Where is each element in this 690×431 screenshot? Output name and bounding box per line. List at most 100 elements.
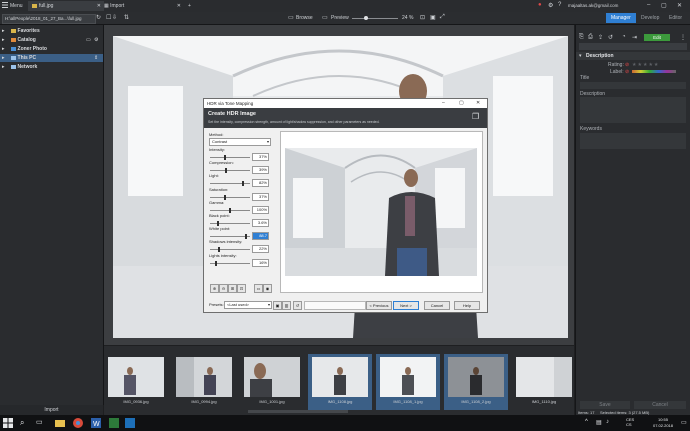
slider-track[interactable]: [210, 223, 250, 224]
thumbnail[interactable]: IMG_1108.jpg: [308, 354, 372, 410]
slider-value-field[interactable]: 82%: [252, 179, 269, 188]
more-icon[interactable]: ⋮: [680, 34, 686, 41]
tray-up-icon[interactable]: ^: [585, 419, 588, 425]
slider-value-field[interactable]: 37%: [252, 192, 269, 201]
menu-button[interactable]: Menu: [6, 1, 27, 11]
clock-time[interactable]: 10:55: [648, 417, 678, 422]
dialog-close-button[interactable]: ✕: [476, 100, 480, 106]
expand-icon[interactable]: ▸: [2, 46, 5, 52]
mode-manager[interactable]: Manager: [606, 13, 636, 23]
import-button[interactable]: Import: [0, 405, 103, 415]
slider-track[interactable]: [210, 249, 250, 251]
browse-button[interactable]: Browse: [296, 14, 313, 22]
slider-track[interactable]: [210, 157, 250, 158]
actual-size-icon[interactable]: ⊡: [237, 284, 246, 293]
expand-icon[interactable]: ▸: [2, 64, 5, 70]
nav-item-catalog[interactable]: ▸ Catalog ▭ ⚙: [0, 36, 103, 44]
thumbnail[interactable]: IMG_1110.jpg: [512, 354, 576, 410]
maximize-button[interactable]: ▢: [661, 2, 667, 9]
nav-item-this-pc[interactable]: ▸ This PC ⇕: [0, 54, 103, 62]
refresh-icon[interactable]: ↻: [96, 14, 101, 21]
description-header[interactable]: ▾ Description: [576, 52, 690, 60]
slider-knob[interactable]: [245, 234, 247, 240]
file-explorer-icon[interactable]: [55, 418, 65, 428]
notifications-icon[interactable]: ▭: [681, 419, 687, 426]
method-select[interactable]: Contrast ▾: [209, 138, 271, 146]
settings-icon[interactable]: ⚙: [548, 2, 553, 9]
chrome-icon[interactable]: [73, 418, 83, 428]
slider-value-field[interactable]: 16%: [252, 258, 269, 267]
reset-icon[interactable]: ↺: [293, 301, 302, 310]
help-icon[interactable]: ?: [558, 2, 561, 8]
account-email[interactable]: majaaltas.ak@gmail.com: [568, 3, 618, 8]
thumbnail[interactable]: IMG_1108_1.jpg: [376, 354, 440, 410]
export-icon[interactable]: ⇥: [632, 34, 637, 41]
keywords-field[interactable]: [580, 133, 686, 149]
search-field[interactable]: [579, 43, 687, 50]
slider-value-field[interactable]: 39%: [252, 166, 269, 175]
network-tray-icon[interactable]: ▤: [596, 419, 602, 426]
presets-select[interactable]: <Last used> ▾: [224, 301, 272, 309]
tab-full-jpg[interactable]: full.jpg ✕: [28, 1, 104, 11]
cancel-dialog-button[interactable]: Cancel: [424, 301, 450, 310]
windows-start-icon[interactable]: [3, 418, 13, 428]
sort-icon[interactable]: ⇕: [94, 54, 98, 62]
search-icon[interactable]: ⌕: [20, 418, 30, 428]
print-icon[interactable]: ⎙: [588, 34, 593, 41]
zoom-slider-knob[interactable]: [364, 16, 368, 20]
description-field[interactable]: [580, 97, 686, 123]
mode-develop[interactable]: Develop: [636, 13, 664, 23]
path-field[interactable]: H:\allPeople\2018_01_27_Ba...\full.jpg: [2, 14, 96, 24]
fullscreen-icon[interactable]: ⤢: [440, 14, 445, 21]
zoom-out-icon[interactable]: ⊖: [219, 284, 228, 293]
slider-track[interactable]: [210, 196, 250, 198]
zoom-in-icon[interactable]: ⊕: [210, 284, 219, 293]
slider-value-field[interactable]: 22%: [252, 245, 269, 254]
preview-mode-icon[interactable]: ▭: [322, 14, 328, 21]
slider-value-field[interactable]: 100%: [252, 205, 269, 214]
zoner-app-icon[interactable]: [109, 418, 119, 428]
expand-icon[interactable]: ▸: [2, 37, 5, 43]
thumbnail[interactable]: IMG_0936.jpg: [104, 354, 168, 410]
thumbnail[interactable]: IMG_1108_2.jpg: [444, 354, 508, 410]
clock-date[interactable]: 07.02.2018: [648, 423, 678, 428]
folder-icon[interactable]: ▭: [86, 36, 91, 44]
dialog-minimize-button[interactable]: –: [442, 100, 445, 106]
title-field[interactable]: [580, 82, 686, 89]
label-clear-icon[interactable]: ⊘: [625, 69, 629, 75]
dialog-maximize-button[interactable]: ▢: [459, 100, 464, 106]
notification-icon[interactable]: ●: [538, 2, 542, 8]
word-icon[interactable]: W: [91, 418, 101, 428]
add-tab-button[interactable]: +: [184, 1, 195, 11]
previous-button[interactable]: < Previous: [366, 301, 392, 310]
lock-icon[interactable]: ▣: [430, 14, 436, 21]
collapse-icon[interactable]: ▾: [579, 53, 582, 59]
browse-mode-icon[interactable]: ▭: [288, 14, 294, 21]
preview-button[interactable]: Preview: [331, 14, 349, 22]
volume-icon[interactable]: ♪: [606, 419, 609, 425]
filmstrip-scrollbar[interactable]: [248, 410, 348, 413]
settings-icon[interactable]: ⚙: [94, 36, 98, 44]
mode-editor[interactable]: Editor: [664, 13, 687, 23]
minimize-button[interactable]: –: [647, 2, 650, 8]
share-icon[interactable]: ⇪: [598, 34, 603, 41]
rotate-icon[interactable]: ↺: [608, 34, 613, 41]
slider-value-field[interactable]: 88.7: [252, 232, 269, 241]
slider-knob[interactable]: [241, 181, 244, 187]
store-icon[interactable]: [125, 418, 135, 428]
delete-preset-icon[interactable]: ▥: [282, 301, 291, 310]
thumbnail[interactable]: IMG_0994.jpg: [172, 354, 236, 410]
slider-value-field[interactable]: 3.6%: [252, 219, 269, 227]
color-icon[interactable]: ◉: [263, 284, 272, 293]
slider-knob[interactable]: [224, 168, 227, 174]
compare-icon[interactable]: ▭: [254, 284, 263, 293]
fit-icon[interactable]: ⊞: [228, 284, 237, 293]
browse-icon[interactable]: ☐: [106, 14, 111, 21]
nav-item-network[interactable]: ▸ Network: [0, 63, 103, 71]
down-arrow-icon[interactable]: ⇩: [112, 14, 117, 21]
slider-track[interactable]: [210, 236, 250, 238]
thumbnail[interactable]: IMG_1001.jpg: [240, 354, 304, 410]
tag-icon[interactable]: ◔: [622, 34, 626, 40]
slider-track[interactable]: [210, 183, 250, 185]
task-view-icon[interactable]: ▭: [36, 418, 46, 428]
